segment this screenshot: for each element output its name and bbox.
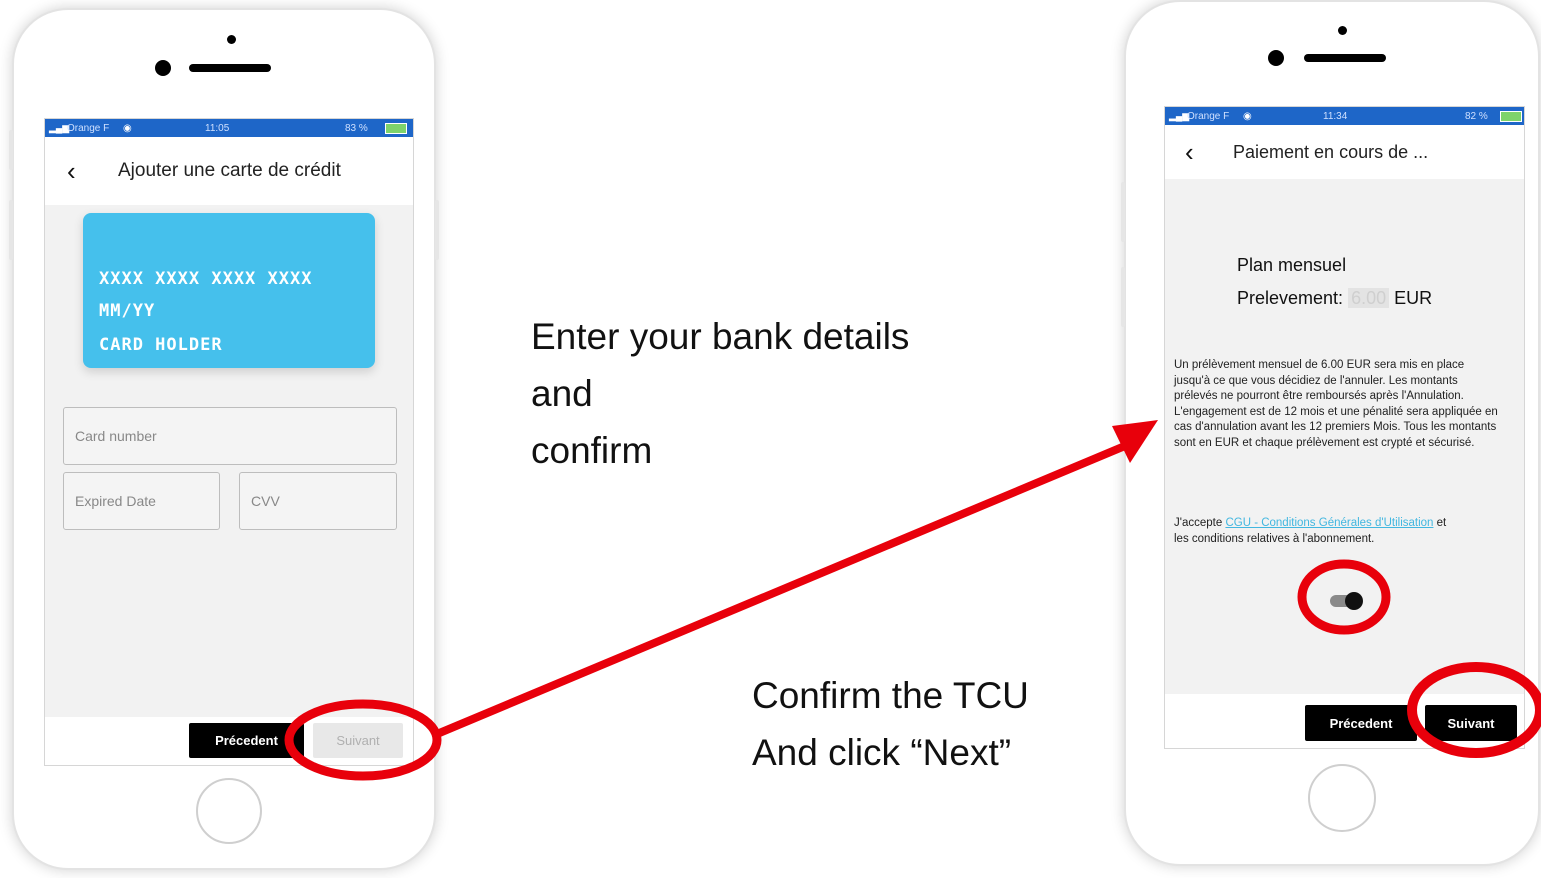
right-phone: ▂▄▆ Orange F ◉ 11:34 82 % ‹ Paiement en … xyxy=(1121,0,1540,866)
accept-prefix: J'accepte xyxy=(1174,517,1223,529)
instruction-line: And click “Next” xyxy=(752,732,1012,773)
subscription-description: Un prélèvement mensuel de 6.00 EUR sera … xyxy=(1174,359,1498,449)
previous-button[interactable]: Précedent xyxy=(1305,705,1417,741)
prelevement-amount: 6.00 xyxy=(1348,288,1390,308)
card-number-preview: XXXX XXXX XXXX XXXX xyxy=(99,269,313,289)
front-sensor xyxy=(227,35,236,44)
earpiece xyxy=(1304,54,1386,62)
instruction-enter-details: Enter your bank details and confirm xyxy=(531,308,909,479)
clock: 11:34 xyxy=(1323,110,1348,122)
plan-name: Plan mensuel xyxy=(1237,255,1347,275)
credit-card-preview: XXXX XXXX XXXX XXXX MM/YY CARD HOLDER xyxy=(83,213,375,368)
expired-date-field[interactable]: Expired Date xyxy=(63,472,220,530)
prelevement-label: Prelevement: xyxy=(1237,288,1344,308)
card-holder-preview: CARD HOLDER xyxy=(99,335,223,355)
clock: 11:05 xyxy=(205,122,230,134)
status-bar: ▂▄▆ Orange F ◉ 11:34 82 % xyxy=(1165,107,1524,125)
front-camera xyxy=(1268,50,1284,66)
battery-label: 83 % xyxy=(345,122,368,134)
instruction-confirm-tcu: Confirm the TCU And click “Next” xyxy=(752,667,1029,781)
side-button xyxy=(435,200,439,260)
front-sensor xyxy=(1338,26,1347,35)
cvv-field[interactable]: CVV xyxy=(239,472,397,530)
prelevement-currency: EUR xyxy=(1394,288,1433,308)
side-button xyxy=(9,200,13,260)
bottom-bar: Précedent Suivant xyxy=(1165,694,1524,748)
instruction-line: confirm xyxy=(531,430,653,471)
instruction-line: Enter your bank details xyxy=(531,316,910,357)
bottom-bar: Précedent Suivant xyxy=(45,717,413,765)
side-button xyxy=(1121,267,1125,327)
instruction-line: Confirm the TCU xyxy=(752,675,1029,716)
app-bar: ‹ Paiement en cours de ... xyxy=(1165,125,1524,179)
carrier-label: Orange F xyxy=(67,122,110,134)
home-button[interactable] xyxy=(1308,764,1376,832)
right-screen: ▂▄▆ Orange F ◉ 11:34 82 % ‹ Paiement en … xyxy=(1164,106,1525,749)
page-title: Paiement en cours de ... xyxy=(1233,141,1429,162)
status-bar: ▂▄▆ Orange F ◉ 11:05 83 % xyxy=(45,119,413,137)
cgu-link[interactable]: CGU - Conditions Générales d'Utilisation xyxy=(1225,517,1433,529)
battery-icon xyxy=(385,122,407,134)
side-button xyxy=(9,130,13,170)
wifi-icon: ◉ xyxy=(1243,110,1252,122)
card-number-field[interactable]: Card number xyxy=(63,407,397,465)
toggle-knob xyxy=(1345,592,1363,610)
previous-button[interactable]: Précedent xyxy=(189,723,304,758)
left-screen: ▂▄▆ Orange F ◉ 11:05 83 % ‹ Ajouter une … xyxy=(44,118,414,766)
wifi-icon: ◉ xyxy=(123,122,132,134)
page-title: Ajouter une carte de crédit xyxy=(118,160,341,181)
next-button[interactable]: Suivant xyxy=(313,723,403,758)
card-expiry-preview: MM/YY xyxy=(99,301,156,321)
accept-terms-text: J'accepte CGU - Conditions Générales d'U… xyxy=(1174,516,1464,547)
back-chevron-icon[interactable]: ‹ xyxy=(67,156,76,187)
carrier-label: Orange F xyxy=(1187,110,1230,122)
battery-label: 82 % xyxy=(1465,110,1488,122)
earpiece xyxy=(189,64,271,72)
side-button xyxy=(1121,182,1125,242)
instruction-line: and xyxy=(531,373,593,414)
prelevement-line: Prelevement: 6.00 EUR xyxy=(1237,288,1432,309)
left-phone: ▂▄▆ Orange F ◉ 11:05 83 % ‹ Ajouter une … xyxy=(9,8,439,870)
accept-toggle[interactable] xyxy=(1330,592,1363,610)
next-button[interactable]: Suivant xyxy=(1425,705,1517,741)
home-button[interactable] xyxy=(196,778,262,844)
back-chevron-icon[interactable]: ‹ xyxy=(1185,137,1194,168)
front-camera xyxy=(155,60,171,76)
app-bar: ‹ Ajouter une carte de crédit xyxy=(45,137,413,205)
battery-icon xyxy=(1500,110,1522,122)
